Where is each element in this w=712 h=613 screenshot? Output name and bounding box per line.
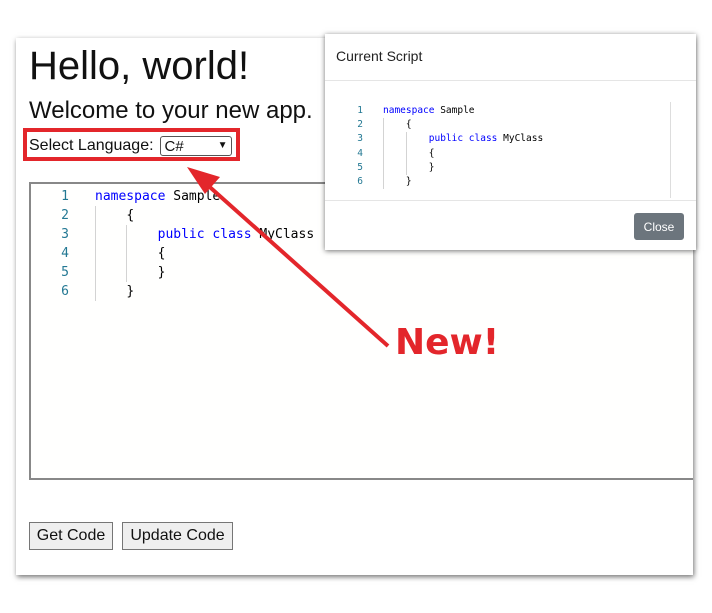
modal-header-divider <box>325 80 696 81</box>
line-number: 6 <box>357 175 363 187</box>
get-code-button[interactable]: Get Code <box>29 522 113 550</box>
highlight-box <box>23 128 240 161</box>
code-text: { <box>95 244 166 263</box>
code-keyword: namespace <box>95 189 166 204</box>
close-button[interactable]: Close <box>634 213 684 240</box>
line-number: 1 <box>357 105 363 116</box>
code-text: public class MyClass <box>95 225 315 244</box>
current-script-modal: Current Script 1 namespace Sample 2 {3 pub… <box>325 34 696 250</box>
code-text: public class MyClass <box>383 132 543 146</box>
line-number: 1 <box>61 189 69 204</box>
code-text: { <box>383 147 435 161</box>
code-token: MyClass <box>251 227 315 242</box>
modal-title: Current Script <box>336 48 423 64</box>
screenshot-canvas: Hello, world! Welcome to your new app. S… <box>0 0 712 613</box>
line-number: 4 <box>357 147 363 159</box>
code-keyword: public class <box>157 227 252 242</box>
code-token: { <box>126 208 135 223</box>
code-token: } <box>428 161 435 173</box>
code-keyword: public class <box>428 133 498 145</box>
new-callout-label: New! <box>395 322 500 363</box>
code-token: } <box>157 265 166 280</box>
modal-code-editor[interactable]: 1 namespace Sample 2 {3 public class MyCla… <box>337 102 683 198</box>
code-token: { <box>405 119 412 131</box>
code-text: } <box>95 263 166 282</box>
code-token: Sample <box>434 105 475 116</box>
line-number: 3 <box>61 227 69 242</box>
code-text: } <box>383 175 412 189</box>
modal-footer-divider <box>325 200 696 201</box>
code-keyword: namespace <box>383 105 435 116</box>
code-text: namespace Sample <box>383 104 475 118</box>
update-code-button[interactable]: Update Code <box>122 522 233 550</box>
page-title: Hello, world! <box>29 44 250 88</box>
line-number: 3 <box>357 133 363 145</box>
code-text: } <box>95 282 134 301</box>
modal-editor-scrollbar[interactable] <box>670 102 671 198</box>
code-text: { <box>95 206 134 225</box>
line-number: 6 <box>61 284 69 299</box>
line-number: 2 <box>61 208 69 223</box>
code-token: Sample <box>165 189 221 204</box>
code-token: { <box>428 147 435 159</box>
line-number: 5 <box>61 265 69 280</box>
code-token: MyClass <box>497 133 544 145</box>
code-token: } <box>405 175 412 187</box>
page-subtitle: Welcome to your new app. <box>29 97 313 124</box>
code-token: } <box>126 284 135 299</box>
code-token: { <box>157 246 166 261</box>
line-number: 5 <box>357 161 363 173</box>
line-number: 2 <box>357 119 363 131</box>
code-text: { <box>383 118 412 132</box>
code-text: } <box>383 161 435 175</box>
line-number: 4 <box>61 246 69 261</box>
code-text: namespace Sample <box>95 187 220 206</box>
